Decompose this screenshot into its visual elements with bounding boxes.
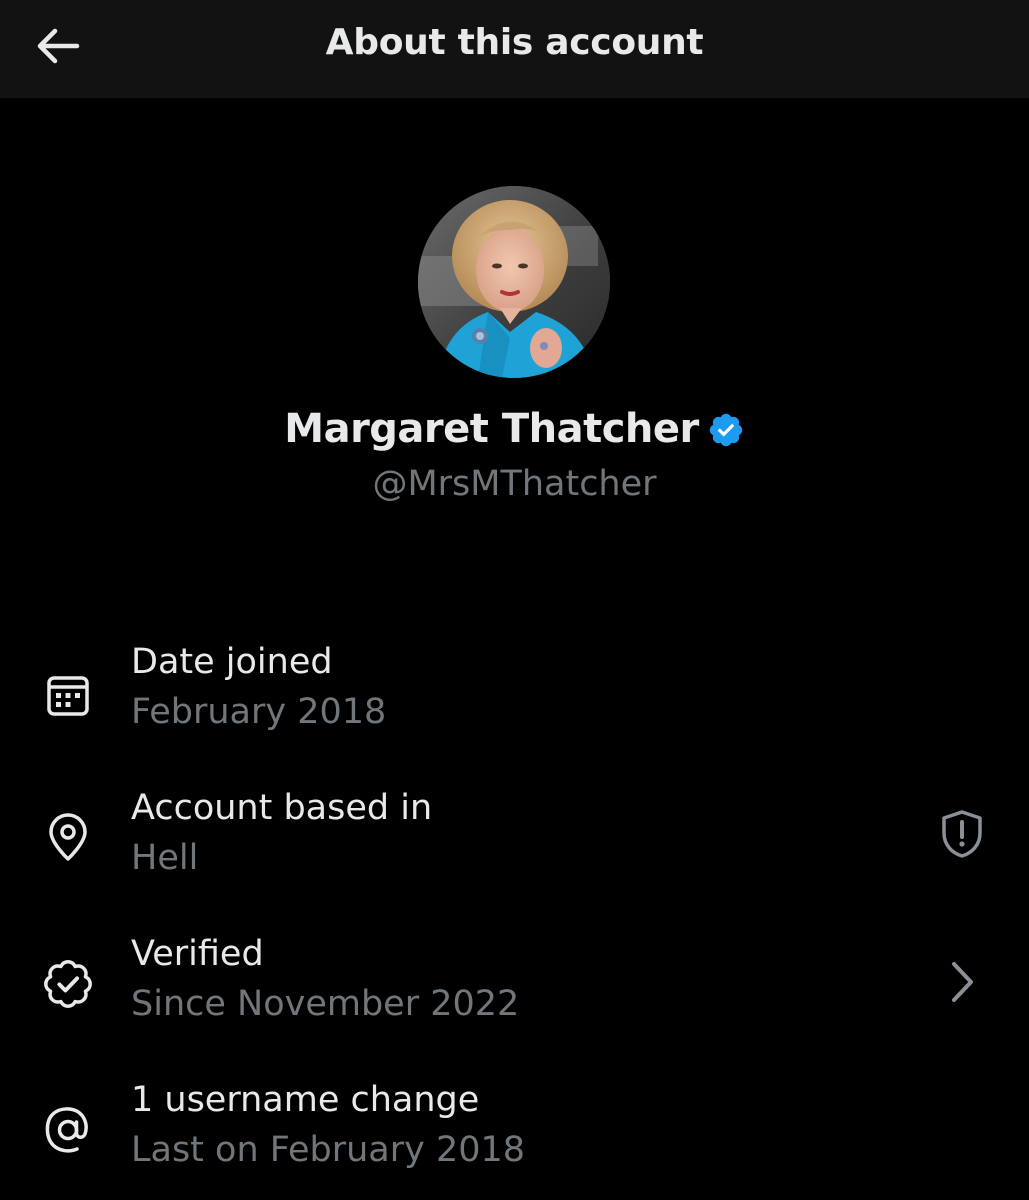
detail-row-date-joined: Date joined February 2018: [0, 642, 1029, 752]
verified-badge-icon: [709, 413, 742, 447]
avatar[interactable]: [418, 186, 610, 378]
display-name: Margaret Thatcher: [284, 406, 699, 452]
name-row: Margaret Thatcher: [0, 406, 1029, 452]
detail-row-verified[interactable]: Verified Since November 2022: [0, 934, 1029, 1044]
detail-value: Since November 2022: [131, 984, 520, 1024]
detail-title: Account based in: [131, 788, 433, 828]
shield-alert-icon[interactable]: [930, 802, 994, 866]
detail-value: February 2018: [131, 692, 387, 732]
detail-value: Last on February 2018: [131, 1130, 526, 1170]
detail-title: Verified: [131, 934, 264, 974]
handle: @MrsMThatcher: [372, 464, 657, 504]
detail-row-account-based-in: Account based in Hell: [0, 788, 1029, 898]
verified-badge-outline-icon: [40, 956, 96, 1012]
detail-title: 1 username change: [131, 1080, 480, 1120]
at-sign-icon: [40, 1102, 96, 1158]
detail-value: Hell: [131, 838, 199, 878]
avatar-photo: [418, 186, 610, 378]
calendar-icon: [40, 668, 96, 724]
location-pin-icon: [40, 810, 96, 866]
detail-row-username-change: 1 username change Last on February 2018: [0, 1080, 1029, 1190]
chevron-right-icon[interactable]: [930, 950, 994, 1014]
detail-title: Date joined: [131, 642, 333, 682]
top-bar: About this account: [0, 0, 1029, 98]
page-title: About this account: [325, 22, 704, 63]
